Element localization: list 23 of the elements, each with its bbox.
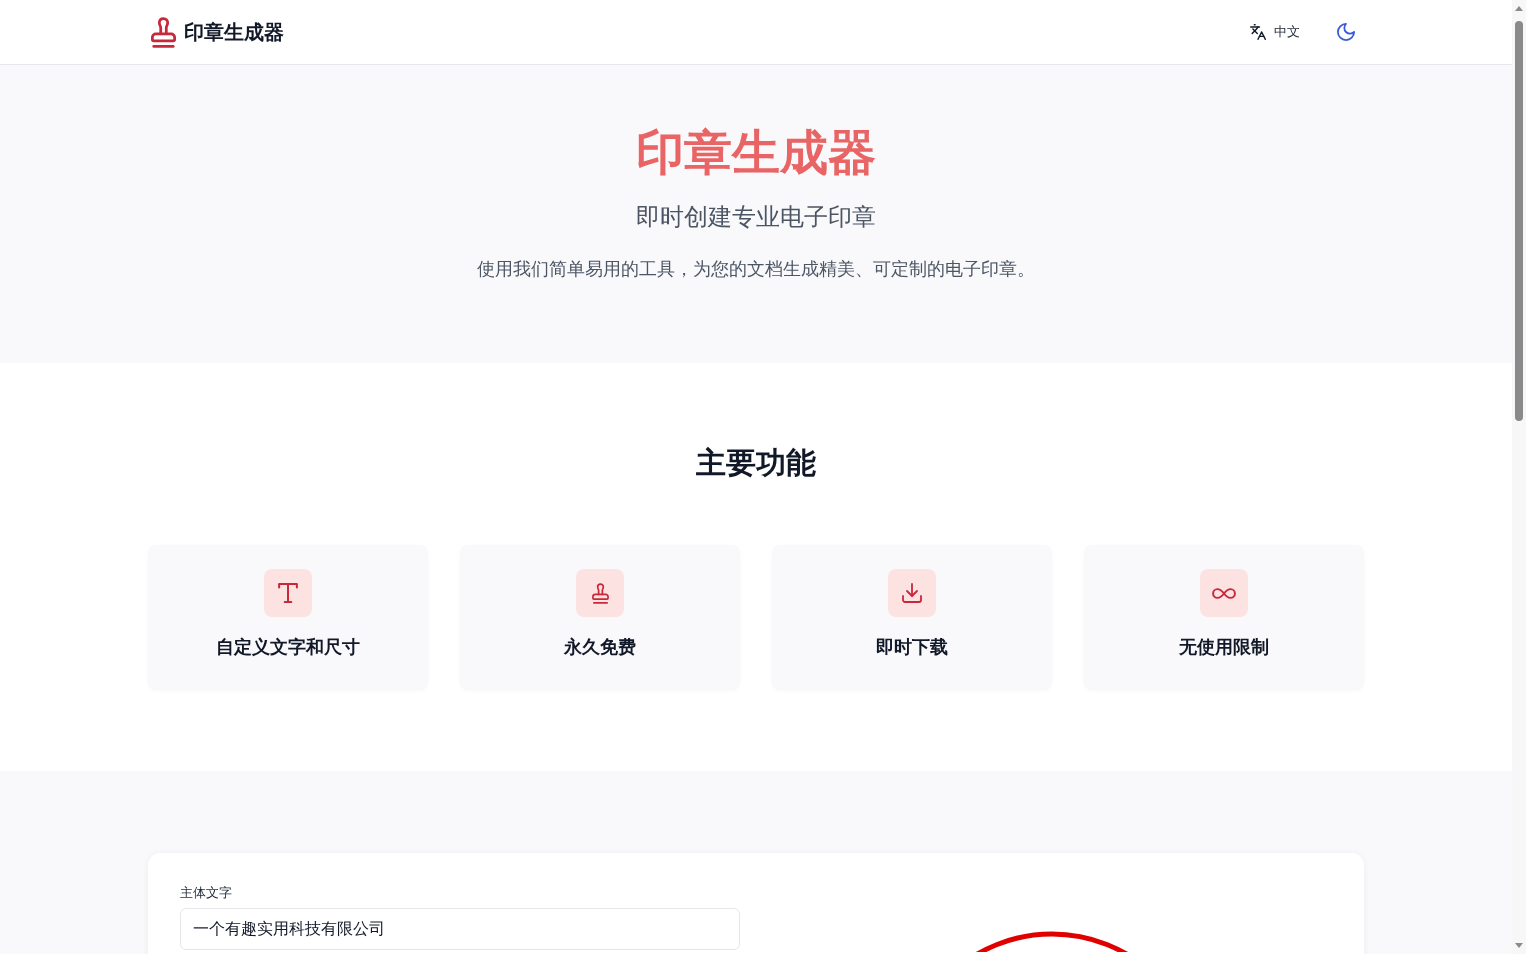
hero-subtitle: 即时创建专业电子印章 <box>636 202 876 232</box>
infinity-icon <box>1200 569 1248 617</box>
feature-title: 永久免费 <box>564 636 636 659</box>
scroll-up-icon[interactable] <box>1515 6 1523 11</box>
stamp-logo-icon <box>151 16 176 48</box>
translate-icon <box>1250 24 1266 40</box>
moon-icon <box>1337 23 1355 41</box>
field-label: 主体文字 <box>180 885 233 901</box>
letter-t-icon <box>264 569 312 617</box>
hero-description: 使用我们简单易用的工具，为您的文档生成精美、可定制的电子印章。 <box>477 258 1035 281</box>
stamp-icon <box>576 569 624 617</box>
language-button[interactable]: 中文 <box>1238 16 1312 48</box>
scrollbar[interactable] <box>1512 0 1526 954</box>
hero-title: 印章生成器 <box>636 129 876 177</box>
scroll-down-icon[interactable] <box>1515 943 1523 948</box>
feature-title: 即时下载 <box>876 636 948 659</box>
site-title[interactable]: 印章生成器 <box>184 17 284 47</box>
download-icon <box>888 569 936 617</box>
feature-title: 自定义文字和尺寸 <box>216 636 360 659</box>
feature-title: 无使用限制 <box>1179 636 1269 659</box>
scrollbar-thumb[interactable] <box>1515 21 1523 421</box>
main-text-input[interactable]: 一个有趣实用科技有限公司 <box>180 908 740 950</box>
section-heading: 主要功能 <box>695 445 817 481</box>
